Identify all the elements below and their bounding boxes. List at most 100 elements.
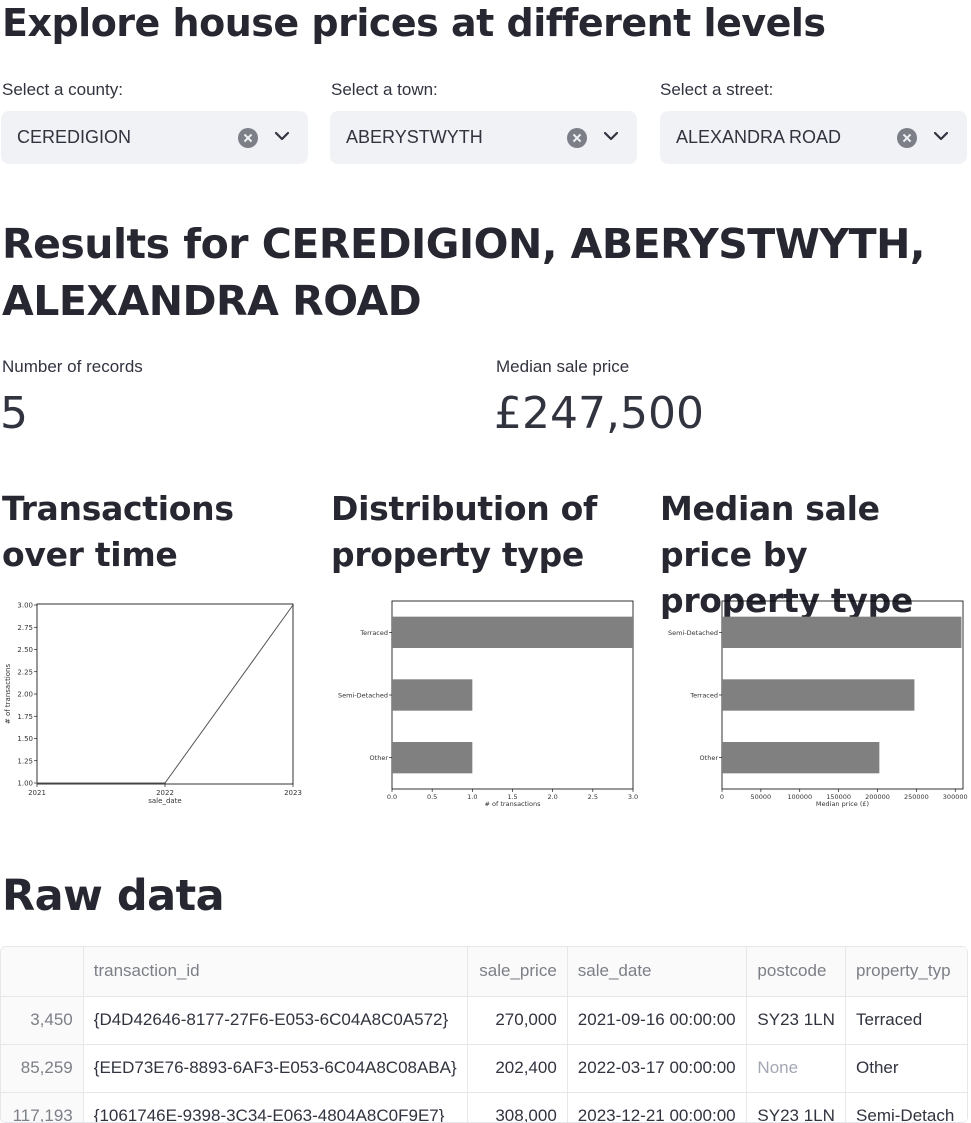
chart-heading-distribution: Distribution of property type [331,489,598,574]
column-header-postcode[interactable]: postcode [746,947,847,997]
sale-price-cell[interactable]: 308,000 [467,1092,568,1122]
transaction-id-cell[interactable]: {1061746E-9398-3C34-E063-4804A8C0F9E7} [83,1092,468,1122]
data-point [164,782,166,784]
table-row[interactable]: 117,193 {1061746E-9398-3C34-E063-4804A8C… [1,1092,968,1122]
clear-icon[interactable] [567,128,587,148]
x-tick-label: 250000 [904,793,929,801]
x-tick-label: 2.5 [588,793,598,801]
bar [722,679,915,711]
chart-heading-transactions: Transactions over time [2,489,234,574]
y-tick-label: Terraced [359,629,388,637]
county-select[interactable]: CEREDIGION [1,111,308,164]
raw-data-heading: Raw data [2,871,225,921]
median-metric-label: Median sale price [496,357,630,376]
table-row[interactable]: 85,259 {EED73E76-8893-6AF3-E053-6C04A8C0… [1,1044,968,1093]
property-type-cell[interactable]: Semi-Detach [845,1092,968,1122]
x-tick-label: 0.0 [387,793,397,801]
transaction-id-cell[interactable]: {EED73E76-8893-6AF3-E053-6C04A8C08ABA} [83,1044,468,1093]
x-tick-label: 0.5 [427,793,437,801]
postcode-cell[interactable]: SY23 1LN [746,1092,847,1122]
results-heading: Results for CEREDIGION, ABERYSTWYTH, ALE… [2,220,925,325]
plot-frame [36,603,294,785]
y-tick-label: Other [700,754,719,762]
town-select-value: ABERYSTWYTH [346,127,483,147]
bar [392,616,633,648]
x-tick-label: 3.0 [628,793,638,801]
median-price-bar-chart: 0 50000 100000 150000 200000 250000 300000 Semi… [659,596,969,831]
y-tick-label: 1.25 [17,757,33,765]
x-tick-label: 0 [720,793,724,801]
property-type-cell[interactable]: Other [845,1044,968,1093]
y-axis-label: # of transactions [4,664,12,725]
sale-date-cell[interactable]: 2023-12-21 00:00:00 [567,1092,748,1122]
x-tick-label: 2023 [284,789,302,797]
y-tick-label: 2.75 [17,624,33,632]
row-index: 3,450 [1,996,84,1045]
y-tick-label: 1.00 [17,780,33,788]
clear-icon[interactable] [238,128,258,148]
y-tick-label: Semi-Detached [338,692,388,700]
property-type-bar-chart: 0.0 0.5 1.0 1.5 2.0 2.5 3.0 Terraced Semi-Detach… [330,596,640,831]
y-tick-label: 1.75 [17,713,33,721]
y-tick-label: 3.00 [17,602,33,610]
chevron-down-icon[interactable] [603,128,619,144]
bar [392,679,473,711]
table-header-row: transaction_id sale_price sale_date post… [1,947,968,997]
chevron-down-icon[interactable] [274,128,290,144]
y-tick-label: Terraced [689,692,718,700]
column-header-transaction-id[interactable]: transaction_id [83,947,468,997]
postcode-cell[interactable]: SY23 1LN [746,996,847,1045]
y-tick-label: Semi-Detached [668,629,718,637]
county-select-value: CEREDIGION [17,127,132,147]
street-select-label: Select a street: [660,80,774,99]
y-tick-label: Other [370,754,389,762]
median-metric-value: £247,500 [494,388,704,439]
y-tick-label: 1.50 [17,735,33,743]
records-metric-value: 5 [0,388,28,439]
data-point [292,604,294,606]
page-title: Explore house prices at different levels [2,1,826,45]
postcode-cell[interactable]: None [746,1044,847,1093]
transactions-line-chart: 1.00 1.25 1.50 1.75 2.00 2.25 2.50 2.75 3.00 2021… [0,596,310,831]
row-index: 117,193 [1,1092,84,1122]
street-select-value: ALEXANDRA ROAD [676,127,842,147]
row-index: 85,259 [1,1044,84,1093]
y-tick-label: 2.25 [17,668,33,676]
column-header-sale-date[interactable]: sale_date [567,947,748,997]
bar [392,742,473,774]
sale-price-cell[interactable]: 270,000 [467,996,568,1045]
bar [722,742,880,774]
sale-price-cell[interactable]: 202,400 [467,1044,568,1093]
table-row[interactable]: 3,450 {D4D42646-8177-27F6-E053-6C04A8C0A… [1,996,968,1045]
x-tick-label: 2.0 [547,793,557,801]
street-select[interactable]: ALEXANDRA ROAD [660,111,967,164]
x-tick-label: 50000 [751,793,772,801]
clear-icon[interactable] [897,128,917,148]
x-tick-label: 100000 [787,793,812,801]
column-header-index[interactable] [1,947,84,997]
column-header-property-type[interactable]: property_typ [845,947,968,997]
column-header-sale-price[interactable]: sale_price [467,947,568,997]
x-axis-label: # of transactions [485,800,542,808]
transaction-id-cell[interactable]: {D4D42646-8177-27F6-E053-6C04A8C0A572} [83,996,468,1045]
y-tick-label: 2.50 [17,646,33,654]
sale-date-cell[interactable]: 2021-09-16 00:00:00 [567,996,748,1045]
records-metric-label: Number of records [2,357,143,376]
county-select-label: Select a county: [2,80,123,99]
x-axis-label: sale_date [148,797,181,805]
series-line [37,604,294,784]
town-select-label: Select a town: [331,80,438,99]
bar [722,616,962,648]
x-axis-label: Median price (£) [816,800,869,808]
x-tick-label: 2021 [28,789,46,797]
town-select[interactable]: ABERYSTWYTH [330,111,637,164]
sale-date-cell[interactable]: 2022-03-17 00:00:00 [567,1044,748,1093]
chevron-down-icon[interactable] [933,128,949,144]
data-point [36,782,38,784]
x-tick-label: 2022 [156,789,174,797]
raw-data-table[interactable]: transaction_id sale_price sale_date post… [0,946,968,1123]
x-tick-label: 300000 [943,793,968,801]
property-type-cell[interactable]: Terraced [845,996,968,1045]
x-tick-label: 1.0 [467,793,477,801]
y-tick-label: 2.00 [17,691,33,699]
